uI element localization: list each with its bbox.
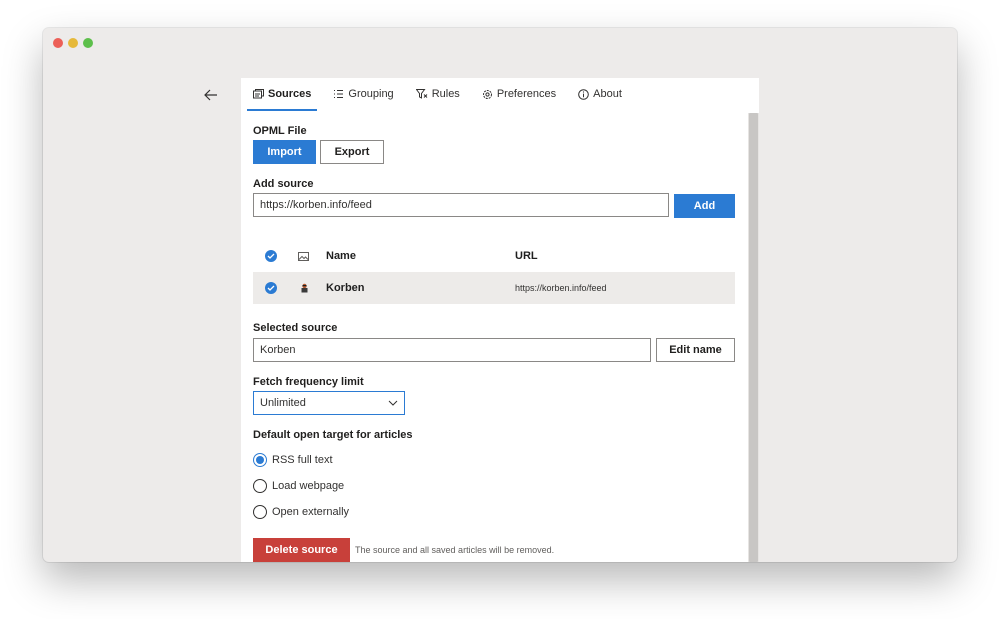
name-column-header[interactable]: Name xyxy=(326,242,356,270)
maximize-window-button[interactable] xyxy=(83,38,93,48)
icon-column-header xyxy=(298,242,309,270)
tab-grouping[interactable]: Grouping xyxy=(327,78,399,110)
import-button[interactable]: Import xyxy=(253,140,316,164)
radio-button[interactable] xyxy=(253,479,267,493)
select-all-checkbox[interactable] xyxy=(265,250,277,262)
scrollbar-thumb[interactable] xyxy=(749,113,758,562)
image-icon xyxy=(298,251,309,261)
edit-name-button[interactable]: Edit name xyxy=(656,338,735,362)
add-button[interactable]: Add xyxy=(674,194,735,218)
tab-label: Preferences xyxy=(496,88,557,100)
select-all-cell[interactable] xyxy=(265,242,277,270)
radio-option-open-externally[interactable]: Open externally xyxy=(253,505,349,519)
favicon-cell xyxy=(300,272,309,304)
sources-icon xyxy=(253,89,264,99)
source-name: Korben xyxy=(326,282,365,294)
row-checkbox[interactable] xyxy=(265,282,277,294)
source-url: https://korben.info/feed xyxy=(515,283,607,293)
opml-label: OPML File xyxy=(253,125,307,137)
add-source-value: https://korben.info/feed xyxy=(260,199,372,211)
checkmark-icon xyxy=(267,253,275,259)
radio-option-rss-full-text[interactable]: RSS full text xyxy=(253,453,333,467)
gear-icon xyxy=(482,89,492,99)
tab-label: About xyxy=(593,88,622,100)
chevron-down-icon xyxy=(388,400,398,406)
fetch-frequency-label: Fetch frequency limit xyxy=(253,376,364,388)
filter-icon xyxy=(415,89,428,99)
korben-favicon-icon xyxy=(301,283,308,293)
tab-sources[interactable]: Sources xyxy=(247,78,318,111)
sources-table-header: Name URL xyxy=(253,242,735,270)
radio-label: Open externally xyxy=(272,506,350,518)
radio-option-load-webpage[interactable]: Load webpage xyxy=(253,479,344,493)
add-source-label: Add source xyxy=(253,178,314,190)
fetch-frequency-value: Unlimited xyxy=(260,397,306,409)
delete-source-button[interactable]: Delete source xyxy=(253,538,350,562)
selected-source-input[interactable]: Korben xyxy=(253,338,651,362)
app-window: Sources Grouping Rules Preferences About… xyxy=(43,28,957,562)
selected-source-value: Korben xyxy=(260,344,296,356)
close-window-button[interactable] xyxy=(53,38,63,48)
radio-button[interactable] xyxy=(253,505,267,519)
tab-label: Grouping xyxy=(348,88,394,100)
add-source-input[interactable]: https://korben.info/feed xyxy=(253,193,669,217)
table-row[interactable]: Korben https://korben.info/feed xyxy=(253,272,735,304)
checkmark-icon xyxy=(267,285,275,291)
radio-label: RSS full text xyxy=(272,454,333,466)
tab-label: Rules xyxy=(431,88,460,100)
delete-hint: The source and all saved articles will b… xyxy=(355,545,555,555)
back-arrow-icon xyxy=(204,89,217,101)
selected-source-label: Selected source xyxy=(253,322,338,334)
grouping-icon xyxy=(334,90,344,98)
fetch-frequency-select[interactable]: Unlimited xyxy=(253,391,405,415)
back-button[interactable] xyxy=(200,84,222,106)
open-target-label: Default open target for articles xyxy=(253,429,413,441)
radio-button[interactable] xyxy=(253,453,267,467)
url-column-header[interactable]: URL xyxy=(515,242,538,270)
info-icon xyxy=(578,88,589,100)
settings-tabs: Sources Grouping Rules Preferences About xyxy=(247,78,638,112)
minimize-window-button[interactable] xyxy=(68,38,78,48)
row-select-cell[interactable] xyxy=(265,272,277,304)
radio-label: Load webpage xyxy=(272,480,345,492)
settings-panel: Sources Grouping Rules Preferences About… xyxy=(241,78,759,562)
export-button[interactable]: Export xyxy=(320,140,384,164)
tab-preferences[interactable]: Preferences xyxy=(476,78,562,110)
tab-about[interactable]: About xyxy=(572,78,628,110)
tab-rules[interactable]: Rules xyxy=(410,78,466,110)
tab-label: Sources xyxy=(268,88,312,100)
